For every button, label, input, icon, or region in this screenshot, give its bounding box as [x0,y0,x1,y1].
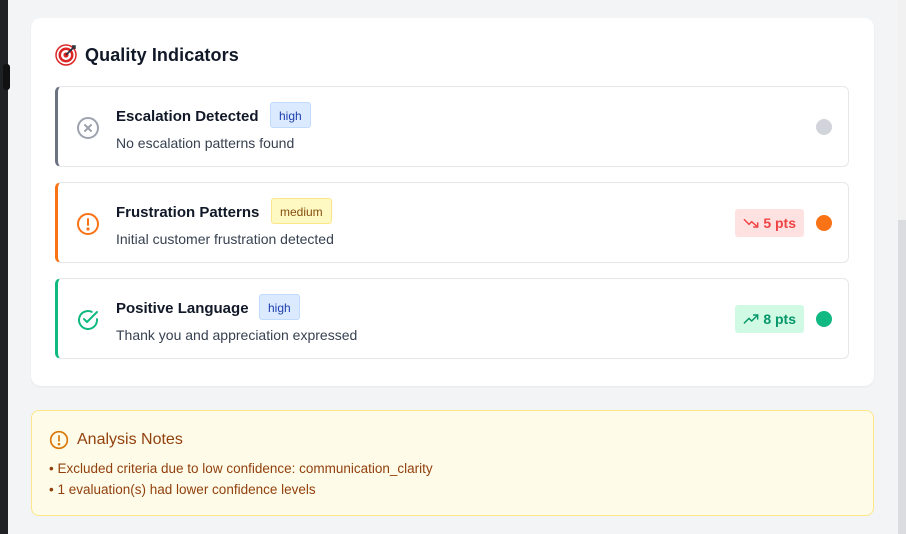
quality-indicators-card: Quality Indicators Escalation Detected h… [31,18,874,386]
card-header: Quality Indicators [55,44,239,66]
indicator-name: Positive Language [116,300,249,317]
note-line: • Excluded criteria due to low confidenc… [49,461,433,476]
notes-header: Analysis Notes [49,430,183,450]
note-line: • 1 evaluation(s) had lower confidence l… [49,482,316,497]
points-value: 5 pts [763,215,796,231]
status-dot [816,215,832,231]
indicator-positive-language[interactable]: Positive Language high Thank you and app… [55,278,849,359]
card-title: Quality Indicators [85,44,239,65]
indicator-name: Frustration Patterns [116,204,260,221]
indicator-description: Initial customer frustration detected [116,231,334,247]
alert-circle-icon [76,212,100,236]
indicator-name: Escalation Detected [116,108,259,125]
trending-up-icon [743,314,759,324]
status-dot [816,119,832,135]
indicator-frustration[interactable]: Frustration Patterns medium Initial cust… [55,182,849,263]
check-circle-icon [76,308,100,332]
scrollbar-thumb[interactable] [898,220,906,534]
resize-handle[interactable] [3,64,10,90]
confidence-badge: medium [271,198,332,224]
points-value: 8 pts [763,311,796,327]
indicator-escalation[interactable]: Escalation Detected high No escalation p… [55,86,849,167]
x-circle-icon [76,116,100,140]
trending-down-icon [743,218,759,228]
notes-title: Analysis Notes [77,431,183,448]
points-badge: 5 pts [735,209,804,237]
target-icon [55,44,77,66]
points-badge: 8 pts [735,305,804,333]
confidence-badge: high [270,102,311,128]
indicator-description: No escalation patterns found [116,135,295,151]
confidence-badge: high [259,294,300,320]
scrollbar-track[interactable] [898,0,906,534]
indicator-description: Thank you and appreciation expressed [116,327,358,343]
alert-circle-icon [49,430,69,450]
status-dot [816,311,832,327]
analysis-notes-panel: Analysis Notes • Excluded criteria due t… [31,410,874,516]
